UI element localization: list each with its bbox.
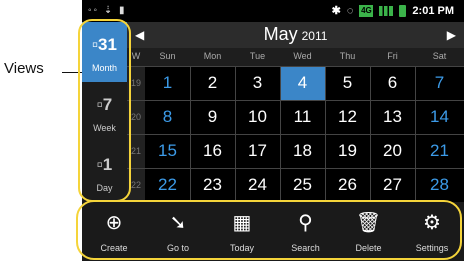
year-label: 2011 (301, 29, 328, 43)
weekday-label: Wed (293, 51, 312, 61)
weekday-label: Sat (432, 51, 447, 61)
month-grid: 19 1 2 3 4 5 6 7 20 8 9 10 11 12 13 14 21 15 16 17 18 19 20 21 2… (127, 66, 464, 202)
grid-line (370, 66, 371, 202)
next-month-icon[interactable]: ▶ (447, 28, 456, 42)
date-cell[interactable]: 28 (415, 168, 464, 202)
grid-line (127, 66, 464, 67)
date-cell[interactable]: 13 (370, 100, 415, 134)
date-cell[interactable]: 8 (145, 100, 190, 134)
weekday-label: Mon (203, 51, 222, 61)
bluetooth-icon: ✱ (331, 5, 341, 17)
date-cell[interactable]: 26 (325, 168, 370, 202)
date-cell[interactable]: 7 (415, 66, 464, 100)
date-cell[interactable]: 22 (145, 168, 190, 202)
grid-line (190, 66, 191, 202)
date-cell[interactable]: 9 (190, 100, 235, 134)
date-cell[interactable]: 18 (280, 134, 325, 168)
date-cell[interactable]: 27 (370, 168, 415, 202)
network-4g-icon: 4G (359, 4, 374, 17)
weekday-label: Tue (249, 51, 266, 61)
month-name: May (263, 24, 298, 44)
month-header: ◀ May 2011 ▶ (127, 22, 464, 48)
date-cell[interactable]: 10 (235, 100, 280, 134)
month-title: May 2011 (127, 24, 464, 45)
date-cell[interactable]: 12 (325, 100, 370, 134)
views-highlight-ring (78, 19, 131, 202)
grid-line (235, 66, 236, 202)
date-cell[interactable]: 6 (370, 66, 415, 100)
battery-icon (399, 4, 407, 17)
date-cell[interactable]: 17 (235, 134, 280, 168)
date-cell[interactable]: 25 (280, 168, 325, 202)
weekday-label: Sun (159, 51, 176, 61)
status-bar: ◦◦ ⇣ ▮ ✱ ◌ 4G 2:01 PM (82, 0, 464, 22)
date-cell[interactable]: 16 (190, 134, 235, 168)
grid-line (127, 134, 464, 135)
notification-icons: ◦◦ ⇣ ▮ (88, 5, 127, 16)
date-cell[interactable]: 14 (415, 100, 464, 134)
weekday-label: Thu (339, 51, 356, 61)
grid-line (127, 100, 464, 101)
grid-line (325, 66, 326, 202)
date-cell[interactable]: 15 (145, 134, 190, 168)
status-right: ✱ ◌ 4G 2:01 PM (332, 4, 454, 17)
date-cell[interactable]: 3 (235, 66, 280, 100)
date-cell[interactable]: 21 (415, 134, 464, 168)
signal-icon (379, 5, 394, 16)
date-cell[interactable]: 2 (190, 66, 235, 100)
date-cell[interactable]: 5 (325, 66, 370, 100)
weekday-header: W Sun Mon Tue Wed Thu Fri Sat (127, 48, 464, 66)
date-cell[interactable]: 20 (370, 134, 415, 168)
status-time: 2:01 PM (412, 4, 454, 17)
date-cell[interactable]: 23 (190, 168, 235, 202)
grid-line (280, 66, 281, 202)
date-cell[interactable]: 11 (280, 100, 325, 134)
date-cell[interactable]: 19 (325, 134, 370, 168)
views-callout-label: Views (4, 60, 44, 77)
date-cell[interactable]: 24 (235, 168, 280, 202)
date-cell[interactable]: 4 (280, 66, 325, 100)
weekday-label: Fri (387, 51, 398, 61)
sync-icon: ◌ (346, 4, 354, 17)
date-cell[interactable]: 1 (145, 66, 190, 100)
grid-line (415, 66, 416, 202)
toolbar-highlight-ring (76, 200, 462, 260)
grid-line (127, 168, 464, 169)
